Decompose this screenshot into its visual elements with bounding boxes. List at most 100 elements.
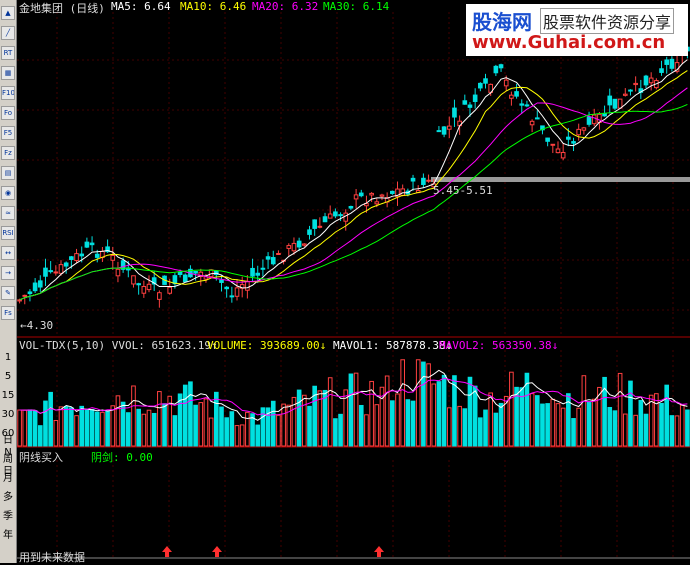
volume-bar — [276, 414, 281, 447]
volume-bar — [234, 425, 240, 447]
toolbar-button-3[interactable]: ▦ — [1, 66, 15, 80]
toolbar-button-7[interactable]: Fz — [1, 146, 15, 160]
stock-title: 金地集团 (日线) — [19, 2, 105, 15]
volume-bar — [58, 406, 64, 447]
toolbar-button-5[interactable]: Fo — [1, 106, 15, 120]
candle-body — [224, 286, 229, 290]
candle-body — [74, 253, 79, 262]
volume-bar — [467, 376, 473, 447]
volume-bar — [633, 414, 638, 447]
volume-bar — [628, 380, 633, 447]
candle-body — [333, 211, 338, 217]
period-button-2[interactable]: 月 — [1, 470, 15, 488]
candle-body — [286, 245, 292, 249]
toolbar-button-13[interactable]: → — [1, 266, 15, 280]
volume-bar — [498, 402, 504, 447]
vol-axis-label-0[interactable]: 1 — [1, 349, 15, 367]
volume-bar — [534, 395, 540, 447]
volume-bar — [84, 409, 90, 447]
candle-body — [27, 291, 33, 295]
toolbar-button-6[interactable]: F5 — [1, 126, 15, 140]
candle-body — [550, 143, 556, 146]
volume-bar — [141, 413, 147, 447]
toolbar-button-8[interactable]: ▤ — [1, 166, 15, 180]
vol-axis-label-3[interactable]: 30 — [1, 406, 15, 424]
candle-body — [452, 107, 457, 118]
toolbar-button-10[interactable]: ≈ — [1, 206, 15, 220]
volume-bar — [395, 393, 400, 447]
volume-bar — [105, 410, 110, 447]
candle-body — [270, 257, 276, 265]
candle-body — [659, 68, 664, 73]
candle-body — [307, 229, 312, 235]
period-button-1[interactable]: 周 — [1, 451, 15, 469]
candle-body — [265, 256, 271, 260]
volume-bar — [22, 409, 28, 447]
candle-body — [115, 268, 121, 277]
toolbar-button-0[interactable]: ▲ — [1, 6, 15, 20]
candle-body — [296, 240, 302, 248]
volume-bar — [245, 411, 250, 447]
toolbar-button-2[interactable]: RT — [1, 46, 15, 60]
toolbar-button-11[interactable]: RSI — [1, 226, 15, 240]
volume-bar — [198, 402, 204, 447]
volume-bar — [415, 359, 421, 447]
volume-bar — [53, 419, 59, 447]
volume-bar — [674, 415, 680, 447]
candle-body — [89, 242, 95, 246]
volume-bar — [120, 401, 126, 447]
candle-body — [622, 93, 628, 96]
toolbar-button-1[interactable]: ╱ — [1, 26, 15, 40]
candle-body — [602, 113, 607, 117]
candle-body — [322, 216, 328, 223]
toolbar-button-14[interactable]: ✎ — [1, 286, 15, 300]
candle-body — [193, 271, 198, 274]
volume-bar — [79, 405, 85, 447]
volume-bar — [131, 385, 136, 447]
volume-bar — [307, 405, 312, 447]
candle-body — [421, 177, 426, 185]
candle-body — [63, 262, 69, 267]
toolbar-button-12[interactable]: ↔ — [1, 246, 15, 260]
volume-bar — [607, 406, 613, 447]
volume-bar — [188, 381, 193, 447]
vol-axis-label-1[interactable]: 5 — [1, 368, 15, 386]
candle-body — [524, 104, 530, 107]
period-button-0[interactable]: 日 — [1, 432, 15, 450]
volume-bar — [151, 412, 157, 447]
volume-bar — [193, 404, 198, 447]
volume-bar — [296, 389, 302, 447]
toolbar-button-4[interactable]: F10 — [1, 86, 15, 100]
volume-bar — [182, 384, 188, 447]
period-button-3[interactable]: 多 — [1, 489, 15, 507]
volume-bar — [43, 400, 48, 447]
candle-body — [446, 125, 452, 130]
volume-bar — [136, 408, 141, 447]
candle-body — [498, 64, 504, 69]
volume-bar — [203, 398, 209, 447]
candle-body — [643, 75, 649, 86]
indicator-title: 阴线买入 — [19, 451, 63, 464]
volume-bar — [37, 425, 43, 447]
volume-bar — [364, 414, 369, 447]
volume-bar — [685, 409, 690, 447]
toolbar-button-15[interactable]: Fs — [1, 306, 15, 320]
period-button-4[interactable]: 季 — [1, 508, 15, 526]
volume-bar — [348, 373, 354, 447]
candle-body — [478, 82, 483, 89]
volume-bar — [162, 403, 167, 447]
volume-bar — [270, 400, 276, 447]
candle-body — [555, 148, 561, 154]
kline-chart[interactable]: 金地集团 (日线) MA5: 6.64 MA10: 6.46 MA20: 6.3… — [17, 0, 690, 564]
volume-bar — [405, 399, 411, 447]
candle-body — [245, 280, 250, 291]
vol-axis-label-2[interactable]: 15 — [1, 387, 15, 405]
candle-body — [94, 253, 100, 258]
volume-bar — [560, 407, 566, 447]
volume-bar — [110, 405, 116, 447]
toolbar-button-9[interactable]: ◉ — [1, 186, 15, 200]
period-button-5[interactable]: 年 — [1, 527, 15, 545]
candle-body — [633, 82, 638, 86]
candle-body — [229, 295, 235, 298]
volume-bar — [545, 403, 550, 447]
